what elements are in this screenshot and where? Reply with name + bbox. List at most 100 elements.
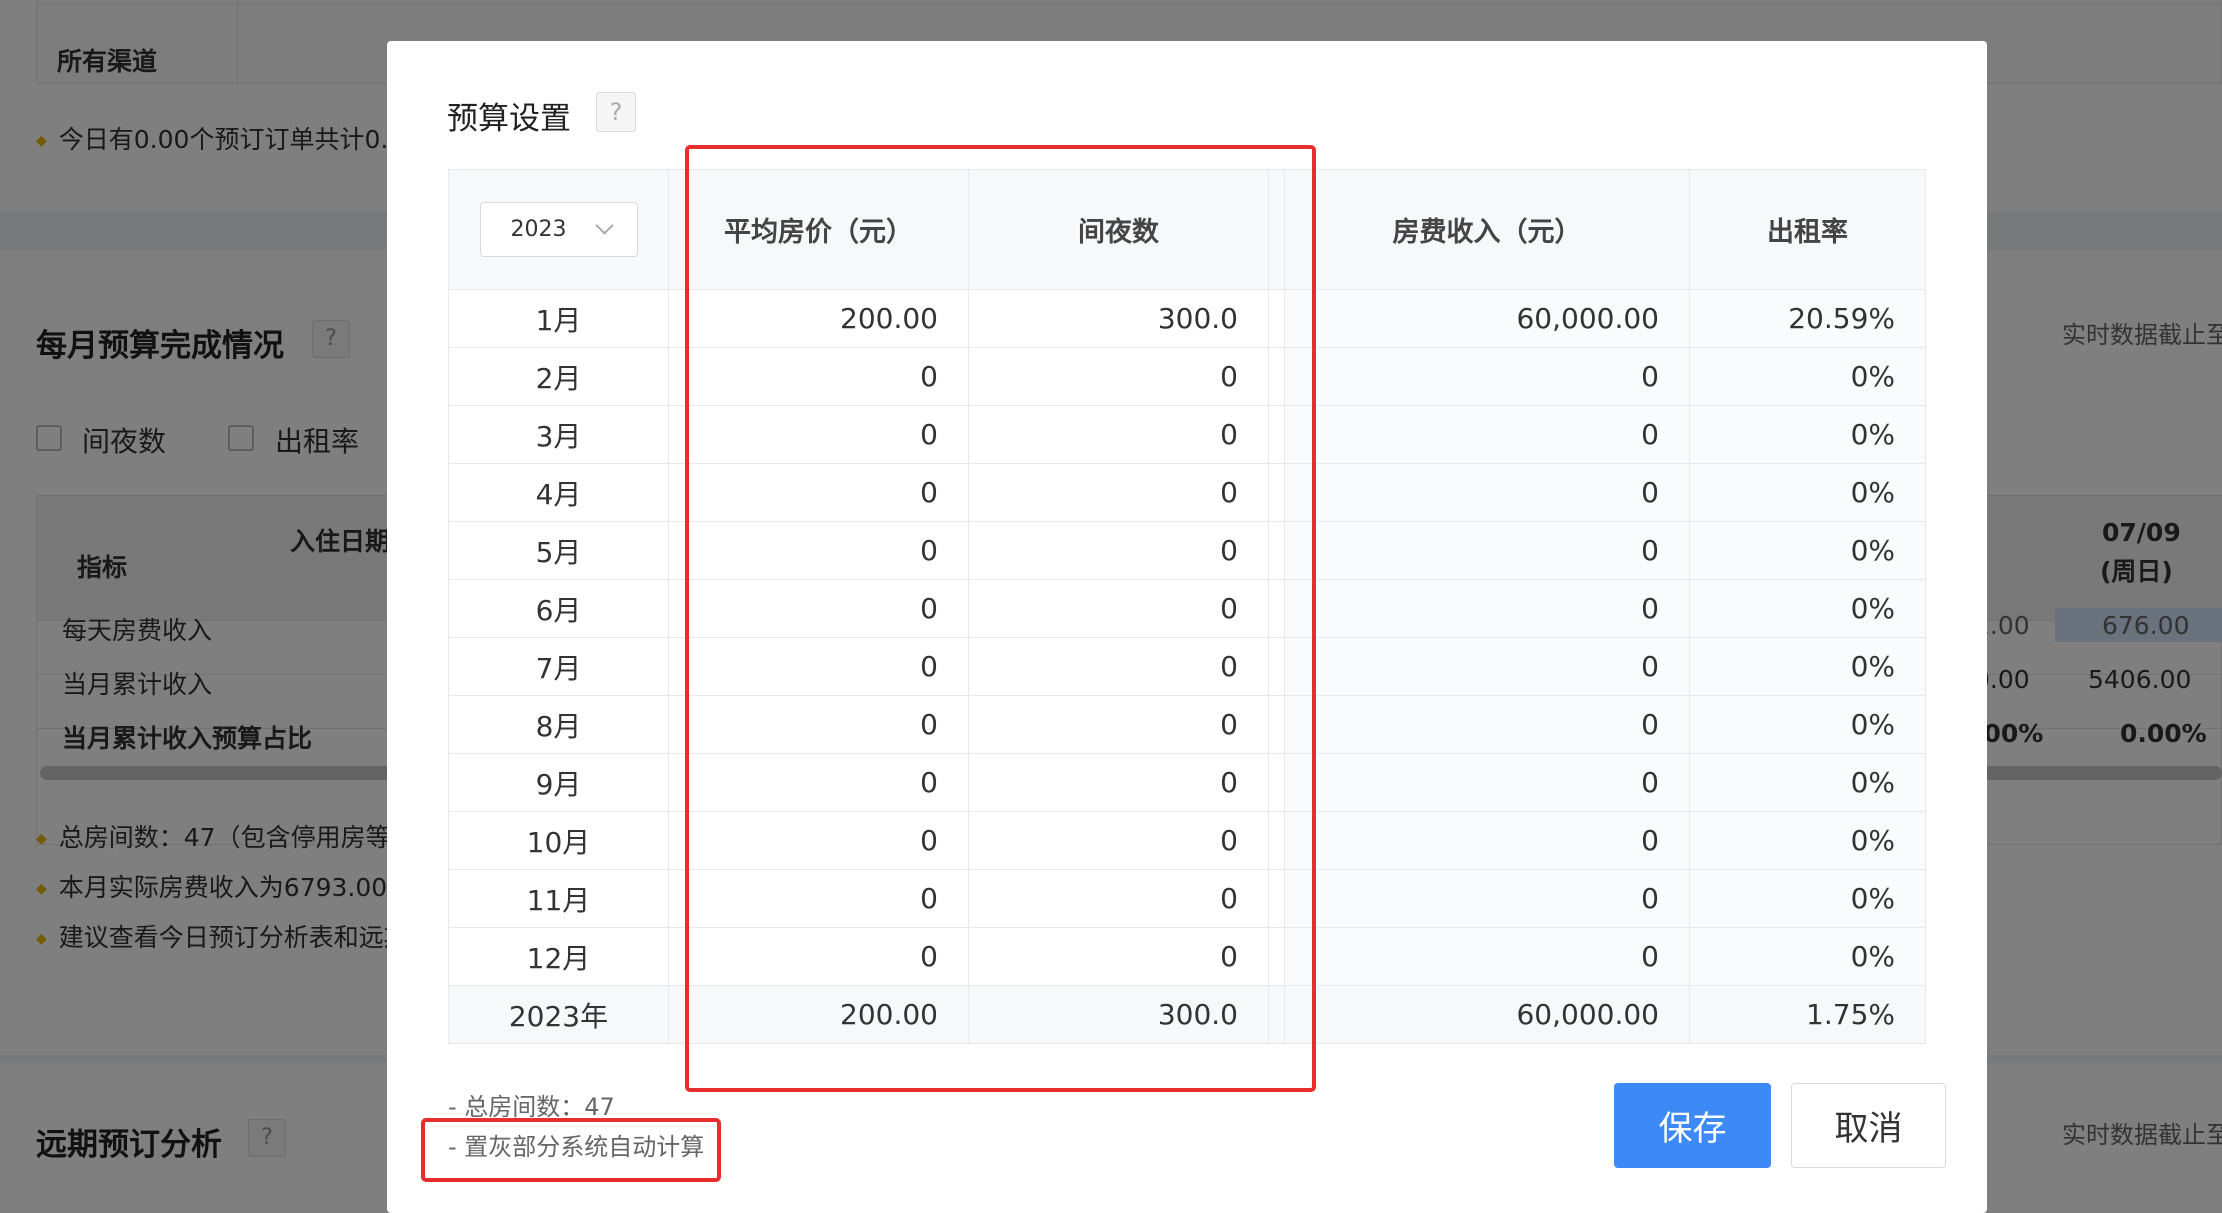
nights-cell[interactable]: 0 xyxy=(968,637,1269,696)
nights-cell[interactable]: 0 xyxy=(968,579,1269,638)
month-cell: 3月 xyxy=(448,405,669,464)
avg-price-cell[interactable]: 0 xyxy=(668,347,969,406)
occupancy-cell: 0% xyxy=(1689,927,1926,986)
occupancy-cell: 0% xyxy=(1689,405,1926,464)
revenue-cell: 0 xyxy=(1284,811,1690,870)
total-revenue-cell: 60,000.00 xyxy=(1284,985,1690,1044)
header-nights: 间夜数 xyxy=(968,169,1269,290)
save-button[interactable]: 保存 xyxy=(1614,1083,1771,1168)
spacer-cell xyxy=(1268,289,1285,348)
spacer-cell xyxy=(1268,579,1285,638)
total-occupancy-cell: 1.75% xyxy=(1689,985,1926,1044)
spacer-cell xyxy=(1268,753,1285,812)
avg-price-cell[interactable]: 0 xyxy=(668,695,969,754)
month-cell: 5月 xyxy=(448,521,669,580)
spacer-cell xyxy=(1268,985,1285,1044)
revenue-cell: 0 xyxy=(1284,927,1690,986)
table-row: 5月 0 0 0 0% xyxy=(448,521,1926,580)
spacer-cell xyxy=(1268,811,1285,870)
budget-settings-modal: 预算设置 ? 2023 平均房价（元） 间夜数 房费收入（元） 出租率 1月 2… xyxy=(387,41,1987,1213)
table-row: 6月 0 0 0 0% xyxy=(448,579,1926,638)
month-cell: 10月 xyxy=(448,811,669,870)
header-spacer xyxy=(1268,169,1285,290)
revenue-cell: 0 xyxy=(1284,463,1690,522)
avg-price-cell[interactable]: 0 xyxy=(668,869,969,928)
revenue-cell: 0 xyxy=(1284,637,1690,696)
table-row: 2月 0 0 0 0% xyxy=(448,347,1926,406)
avg-price-cell[interactable]: 0 xyxy=(668,579,969,638)
month-cell: 1月 xyxy=(448,289,669,348)
table-row: 3月 0 0 0 0% xyxy=(448,405,1926,464)
occupancy-cell: 0% xyxy=(1689,811,1926,870)
nights-cell[interactable]: 0 xyxy=(968,521,1269,580)
year-select[interactable]: 2023 xyxy=(479,202,638,257)
revenue-cell: 0 xyxy=(1284,347,1690,406)
note-grey-auto-calc: - 置灰部分系统自动计算 xyxy=(448,1133,705,1161)
help-icon[interactable]: ? xyxy=(596,92,636,132)
avg-price-cell[interactable]: 0 xyxy=(668,637,969,696)
nights-cell[interactable]: 0 xyxy=(968,927,1269,986)
occupancy-cell: 0% xyxy=(1689,579,1926,638)
revenue-cell: 0 xyxy=(1284,579,1690,638)
total-nights-cell: 300.0 xyxy=(968,985,1269,1044)
nights-cell[interactable]: 0 xyxy=(968,811,1269,870)
spacer-cell xyxy=(1268,869,1285,928)
occupancy-cell: 0% xyxy=(1689,869,1926,928)
occupancy-cell: 0% xyxy=(1689,347,1926,406)
total-row: 2023年 200.00 300.0 60,000.00 1.75% xyxy=(448,985,1926,1044)
revenue-cell: 0 xyxy=(1284,405,1690,464)
modal-title: 预算设置 xyxy=(447,101,571,137)
nights-cell[interactable]: 300.0 xyxy=(968,289,1269,348)
revenue-cell: 0 xyxy=(1284,695,1690,754)
table-row: 4月 0 0 0 0% xyxy=(448,463,1926,522)
month-cell: 6月 xyxy=(448,579,669,638)
spacer-cell xyxy=(1268,463,1285,522)
header-occupancy: 出租率 xyxy=(1689,169,1926,290)
year-header-cell: 2023 xyxy=(448,169,669,290)
nights-cell[interactable]: 0 xyxy=(968,753,1269,812)
occupancy-cell: 0% xyxy=(1689,463,1926,522)
budget-table: 2023 平均房价（元） 间夜数 房费收入（元） 出租率 1月 200.00 3… xyxy=(448,169,1926,1044)
spacer-cell xyxy=(1268,521,1285,580)
cancel-button[interactable]: 取消 xyxy=(1791,1083,1946,1168)
total-avg-price-cell: 200.00 xyxy=(668,985,969,1044)
occupancy-cell: 20.59% xyxy=(1689,289,1926,348)
revenue-cell: 0 xyxy=(1284,753,1690,812)
avg-price-cell[interactable]: 0 xyxy=(668,753,969,812)
month-cell: 4月 xyxy=(448,463,669,522)
spacer-cell xyxy=(1268,695,1285,754)
nights-cell[interactable]: 0 xyxy=(968,463,1269,522)
nights-cell[interactable]: 0 xyxy=(968,405,1269,464)
nights-cell[interactable]: 0 xyxy=(968,347,1269,406)
revenue-cell: 0 xyxy=(1284,869,1690,928)
avg-price-cell[interactable]: 0 xyxy=(668,463,969,522)
nights-cell[interactable]: 0 xyxy=(968,869,1269,928)
avg-price-cell[interactable]: 0 xyxy=(668,405,969,464)
occupancy-cell: 0% xyxy=(1689,637,1926,696)
avg-price-cell[interactable]: 0 xyxy=(668,811,969,870)
table-header-row: 2023 平均房价（元） 间夜数 房费收入（元） 出租率 xyxy=(448,169,1926,290)
occupancy-cell: 0% xyxy=(1689,521,1926,580)
nights-cell[interactable]: 0 xyxy=(968,695,1269,754)
month-cell: 8月 xyxy=(448,695,669,754)
table-row: 10月 0 0 0 0% xyxy=(448,811,1926,870)
revenue-cell: 60,000.00 xyxy=(1284,289,1690,348)
avg-price-cell[interactable]: 200.00 xyxy=(668,289,969,348)
spacer-cell xyxy=(1268,927,1285,986)
occupancy-cell: 0% xyxy=(1689,695,1926,754)
month-cell: 2月 xyxy=(448,347,669,406)
header-revenue: 房费收入（元） xyxy=(1284,169,1690,290)
month-cell: 9月 xyxy=(448,753,669,812)
table-row: 8月 0 0 0 0% xyxy=(448,695,1926,754)
table-row: 7月 0 0 0 0% xyxy=(448,637,1926,696)
occupancy-cell: 0% xyxy=(1689,753,1926,812)
month-cell: 7月 xyxy=(448,637,669,696)
avg-price-cell[interactable]: 0 xyxy=(668,927,969,986)
table-row: 1月 200.00 300.0 60,000.00 20.59% xyxy=(448,289,1926,348)
chevron-down-icon xyxy=(594,216,614,235)
spacer-cell xyxy=(1268,637,1285,696)
note-total-rooms: - 总房间数：47 xyxy=(448,1093,615,1121)
month-cell: 11月 xyxy=(448,869,669,928)
spacer-cell xyxy=(1268,405,1285,464)
avg-price-cell[interactable]: 0 xyxy=(668,521,969,580)
